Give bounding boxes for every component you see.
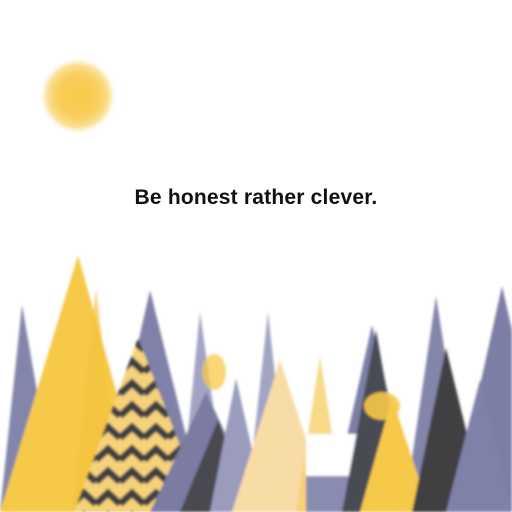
glow [202,354,226,390]
mountain-illustration [0,255,512,512]
poster: Be honest rather clever. [0,0,512,512]
glow [364,392,400,420]
